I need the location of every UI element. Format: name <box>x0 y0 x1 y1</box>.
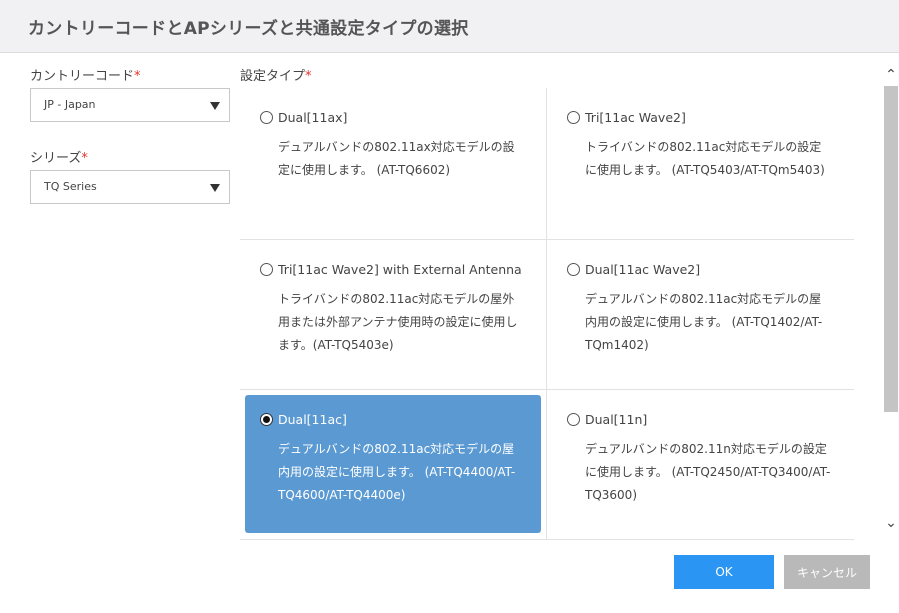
series-label: シリーズ* <box>30 148 230 170</box>
chevron-down-icon[interactable]: ⌄ <box>885 516 897 530</box>
settings-type-label: 設定タイプ* <box>240 66 312 88</box>
dialog-title: カントリーコードとAPシリーズと共通設定タイプの選択 <box>28 19 469 39</box>
settings-type-label-text: 設定タイプ <box>240 69 306 84</box>
country-select-value: JP - Japan <box>44 98 96 111</box>
settings-type-option-selected[interactable]: Dual[11ac] デュアルバンドの802.11ac対応モデルの屋内用の設定に… <box>245 395 541 533</box>
required-mark: * <box>134 69 141 84</box>
option-name: Tri[11ac Wave2] with External Antenna <box>278 261 522 277</box>
option-name: Dual[11n] <box>585 411 648 427</box>
dialog-titlebar: カントリーコードとAPシリーズと共通設定タイプの選択 <box>0 0 899 53</box>
scroll-thumb[interactable] <box>884 86 898 412</box>
chevron-up-icon[interactable]: ⌃ <box>885 68 897 82</box>
settings-type-option[interactable]: Dual[11ac Wave2] デュアルバンドの802.11ac対応モデルの屋… <box>547 240 843 389</box>
settings-type-grid: Dual[11ax] デュアルバンドの802.11ax対応モデルの設定に使用しま… <box>240 88 854 540</box>
caret-down-icon <box>210 102 220 110</box>
caret-down-icon <box>210 184 220 192</box>
radio-button-checked[interactable] <box>260 412 273 426</box>
required-mark: * <box>305 69 312 84</box>
series-select[interactable]: TQ Series <box>30 170 230 204</box>
option-description: デュアルバンドの802.11ac対応モデルの屋内用の設定に使用します。 (AT-… <box>585 292 823 352</box>
required-mark: * <box>81 151 88 166</box>
cancel-button[interactable]: キャンセル <box>784 555 870 589</box>
settings-type-option[interactable]: Dual[11ax] デュアルバンドの802.11ax対応モデルの設定に使用しま… <box>240 88 536 239</box>
radio-button[interactable] <box>260 262 273 276</box>
settings-type-option[interactable]: Tri[11ac Wave2] with External Antenna トラ… <box>240 240 546 389</box>
radio-button[interactable] <box>567 110 580 124</box>
settings-type-option[interactable]: Tri[11ac Wave2] トライバンドの802.11ac対応モデルの設定に… <box>547 88 843 239</box>
option-name: Tri[11ac Wave2] <box>585 109 686 125</box>
option-description: デュアルバンドの802.11ac対応モデルの屋内用の設定に使用します。 (AT-… <box>278 442 516 502</box>
selector-column: カントリーコード* JP - Japan シリーズ* TQ Series <box>30 66 230 204</box>
country-select[interactable]: JP - Japan <box>30 88 230 122</box>
country-label-text: カントリーコード <box>30 69 135 84</box>
country-label: カントリーコード* <box>30 66 230 88</box>
vertical-scrollbar[interactable]: ⌃ ⌄ <box>883 66 899 536</box>
option-description: デュアルバンドの802.11ax対応モデルの設定に使用します。 (AT-TQ66… <box>278 140 515 177</box>
radio-button[interactable] <box>260 110 273 124</box>
option-description: デュアルバンドの802.11n対応モデルの設定に使用します。 (AT-TQ245… <box>585 442 831 502</box>
option-name: Dual[11ac Wave2] <box>585 261 701 277</box>
settings-type-option[interactable]: Dual[11n] デュアルバンドの802.11n対応モデルの設定に使用します。… <box>547 390 843 539</box>
series-select-value: TQ Series <box>44 180 97 193</box>
option-description: トライバンドの802.11ac対応モデルの屋外用または外部アンテナ使用時の設定に… <box>278 292 518 352</box>
series-label-text: シリーズ <box>30 151 82 166</box>
option-name: Dual[11ax] <box>278 109 348 125</box>
option-name: Dual[11ac] <box>278 411 347 427</box>
option-description: トライバンドの802.11ac対応モデルの設定に使用します。 (AT-TQ540… <box>585 140 825 177</box>
ok-button[interactable]: OK <box>674 555 774 589</box>
radio-button[interactable] <box>567 412 580 426</box>
radio-button[interactable] <box>567 262 580 276</box>
grid-divider <box>240 539 854 540</box>
